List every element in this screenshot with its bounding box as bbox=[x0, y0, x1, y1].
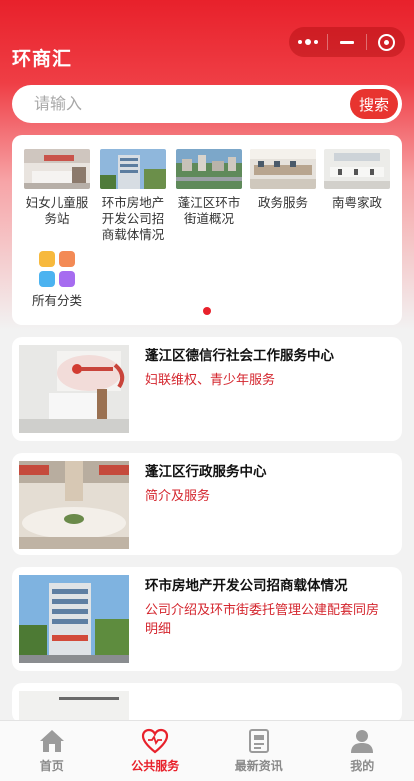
government-hall-image bbox=[250, 149, 316, 189]
women-children-station-image bbox=[24, 149, 90, 189]
listing-card[interactable]: 环市房地产开发公司招商载体情况 公司介绍及环市街委托管理公建配套同房明细 bbox=[12, 567, 402, 671]
category-label: 环市房地产开发公司招商载体情况 bbox=[98, 195, 168, 243]
category-label: 政务服务 bbox=[248, 195, 318, 211]
mini-program-capsule bbox=[289, 27, 405, 57]
listing-title: 蓬江区行政服务中心 bbox=[145, 463, 390, 481]
search-input[interactable] bbox=[32, 85, 336, 125]
tab-label: 首页 bbox=[40, 757, 64, 774]
category-item-all[interactable]: 所有分类 bbox=[22, 249, 92, 309]
real-estate-company-image bbox=[19, 575, 129, 663]
tab-label: 公共服务 bbox=[131, 757, 179, 774]
listing-title: 环市房地产开发公司招商载体情况 bbox=[145, 577, 390, 595]
all-categories-icon bbox=[39, 251, 75, 287]
category-item-women-children[interactable]: 妇女儿童服务站 bbox=[22, 149, 92, 227]
more-button[interactable] bbox=[289, 27, 327, 57]
listing-subtitle: 妇联维权、青少年服务 bbox=[145, 370, 390, 389]
top-bar: 环商汇 bbox=[0, 0, 414, 80]
search-bar: 搜索 bbox=[12, 85, 402, 123]
listing-title: 蓬江区德信行社会工作服务中心 bbox=[145, 347, 390, 365]
app-title: 环商汇 bbox=[12, 44, 72, 71]
administrative-service-center-image bbox=[19, 461, 129, 549]
tab-public-service[interactable]: 公共服务 bbox=[104, 721, 208, 781]
category-item-housekeeping[interactable]: 南粤家政 bbox=[322, 149, 392, 211]
minimize-icon bbox=[340, 41, 354, 44]
category-item-real-estate[interactable]: 环市房地产开发公司招商载体情况 bbox=[98, 149, 168, 243]
category-item-street-overview[interactable]: 蓬江区环市街道概况 bbox=[174, 149, 244, 227]
tab-news[interactable]: 最新资讯 bbox=[207, 721, 311, 781]
listing-subtitle: 公司介绍及环市街委托管理公建配套同房明细 bbox=[145, 600, 390, 638]
listing-partial-image bbox=[19, 691, 129, 723]
minimize-button[interactable] bbox=[328, 27, 366, 57]
category-panel: 妇女儿童服务站 环市房地产开发公司招商载体情况 bbox=[12, 135, 402, 325]
listing-card-partial[interactable] bbox=[12, 683, 402, 723]
listing-subtitle: 简介及服务 bbox=[145, 486, 390, 505]
category-item-government-service[interactable]: 政务服务 bbox=[248, 149, 318, 211]
more-dots-icon bbox=[298, 39, 318, 45]
category-label: 所有分类 bbox=[22, 293, 92, 309]
news-icon bbox=[245, 728, 273, 754]
tab-home[interactable]: 首页 bbox=[0, 721, 104, 781]
category-label: 妇女儿童服务站 bbox=[22, 195, 92, 227]
bottom-tab-bar: 首页 公共服务 最新资讯 我的 bbox=[0, 720, 414, 781]
search-button[interactable]: 搜索 bbox=[350, 89, 398, 119]
listing-card[interactable]: 蓬江区德信行社会工作服务中心 妇联维权、青少年服务 bbox=[12, 337, 402, 441]
category-label: 蓬江区环市街道概况 bbox=[174, 195, 244, 227]
pagination-dot bbox=[203, 307, 211, 315]
tab-label: 最新资讯 bbox=[235, 757, 283, 774]
tab-profile[interactable]: 我的 bbox=[311, 721, 414, 781]
real-estate-building-image bbox=[100, 149, 166, 189]
home-icon bbox=[38, 728, 66, 754]
street-aerial-image bbox=[176, 149, 242, 189]
housekeeping-office-image bbox=[324, 149, 390, 189]
heart-icon bbox=[141, 728, 169, 754]
close-target-icon bbox=[378, 34, 395, 51]
tab-label: 我的 bbox=[350, 757, 374, 774]
category-label: 南粤家政 bbox=[322, 195, 392, 211]
social-work-center-image bbox=[19, 345, 129, 433]
close-button[interactable] bbox=[367, 27, 405, 57]
user-icon bbox=[348, 728, 376, 754]
listing-card[interactable]: 蓬江区行政服务中心 简介及服务 bbox=[12, 453, 402, 555]
